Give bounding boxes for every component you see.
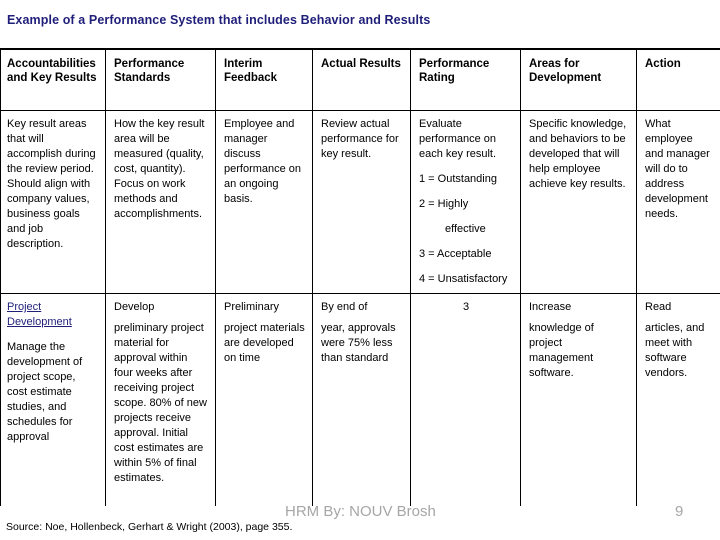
- rating-scale-2: 2 = Highly: [419, 198, 469, 210]
- column-header-action: Action: [636, 48, 720, 111]
- cell-accountabilities-description: Key result areas that will accomplish du…: [0, 110, 106, 294]
- feedback-lead-text: Preliminary: [224, 301, 280, 313]
- cell-rating-example: 3: [410, 293, 521, 506]
- standards-example-text: preliminary project material for approva…: [114, 322, 207, 484]
- page-number: 9: [675, 503, 684, 520]
- column-header-performance-standards: Performance Standards: [105, 48, 216, 111]
- accountabilities-example-text: Manage the development of project scope,…: [7, 341, 83, 443]
- actual-results-lead-text: By end of: [321, 301, 368, 313]
- cell-areas-for-development-example: Increase knowledge of project management…: [520, 293, 637, 506]
- column-header-performance-rating: Performance Rating: [410, 48, 521, 111]
- action-example-text: articles, and meet with software vendors…: [645, 322, 705, 379]
- standards-lead-text: Develop: [114, 301, 155, 313]
- column-header-areas-for-development: Areas for Development: [520, 48, 637, 111]
- rating-scale-3: 3 = Acceptable: [419, 248, 492, 260]
- page-title: Example of a Performance System that inc…: [7, 13, 431, 27]
- table-row: Project Development Manage the developme…: [0, 293, 720, 506]
- rating-scale-2-continued: effective: [445, 223, 486, 235]
- table-row: Key result areas that will accomplish du…: [0, 110, 720, 294]
- feedback-example-text: project materials are developed on time: [224, 322, 305, 364]
- cell-accountabilities-example: Project Development Manage the developme…: [0, 293, 106, 506]
- rating-scale-4: 4 = Unsatisfactory: [419, 273, 508, 285]
- cell-areas-for-development-description: Specific knowledge, and behaviors to be …: [520, 110, 637, 294]
- rating-intro-text: Evaluate performance on each key result.: [419, 118, 497, 160]
- cell-action-example: Read articles, and meet with software ve…: [636, 293, 720, 506]
- project-development-link[interactable]: Project Development: [7, 300, 98, 330]
- action-lead-text: Read: [645, 301, 672, 313]
- column-header-actual-results: Actual Results: [312, 48, 411, 111]
- cell-actual-results-example: By end of year, approvals were 75% less …: [312, 293, 411, 506]
- rating-scale-1: 1 = Outstanding: [419, 173, 497, 185]
- source-citation: Source: Noe, Hollenbeck, Gerhart & Wrigh…: [6, 521, 293, 533]
- areas-lead-text: Increase: [529, 301, 572, 313]
- performance-system-table: Accountabilities and Key Results Perform…: [0, 48, 720, 506]
- column-header-interim-feedback: Interim Feedback: [215, 48, 313, 111]
- cell-actual-results-description: Review actual performance for key result…: [312, 110, 411, 294]
- cell-rating-description: Evaluate performance on each key result.…: [410, 110, 521, 294]
- cell-feedback-example: Preliminary project materials are develo…: [215, 293, 313, 506]
- table-header-row: Accountabilities and Key Results Perform…: [0, 48, 720, 111]
- cell-action-description: What employee and manager will do to add…: [636, 110, 720, 294]
- cell-standards-example: Develop preliminary project material for…: [105, 293, 216, 506]
- watermark-text: HRM By: NOUV Brosh: [285, 503, 436, 520]
- cell-feedback-description: Employee and manager discuss performance…: [215, 110, 313, 294]
- actual-results-example-text: year, approvals were 75% less than stand…: [321, 322, 396, 364]
- areas-example-text: knowledge of project management software…: [529, 322, 594, 379]
- cell-standards-description: How the key result area will be measured…: [105, 110, 216, 294]
- column-header-accountabilities: Accountabilities and Key Results: [0, 48, 106, 111]
